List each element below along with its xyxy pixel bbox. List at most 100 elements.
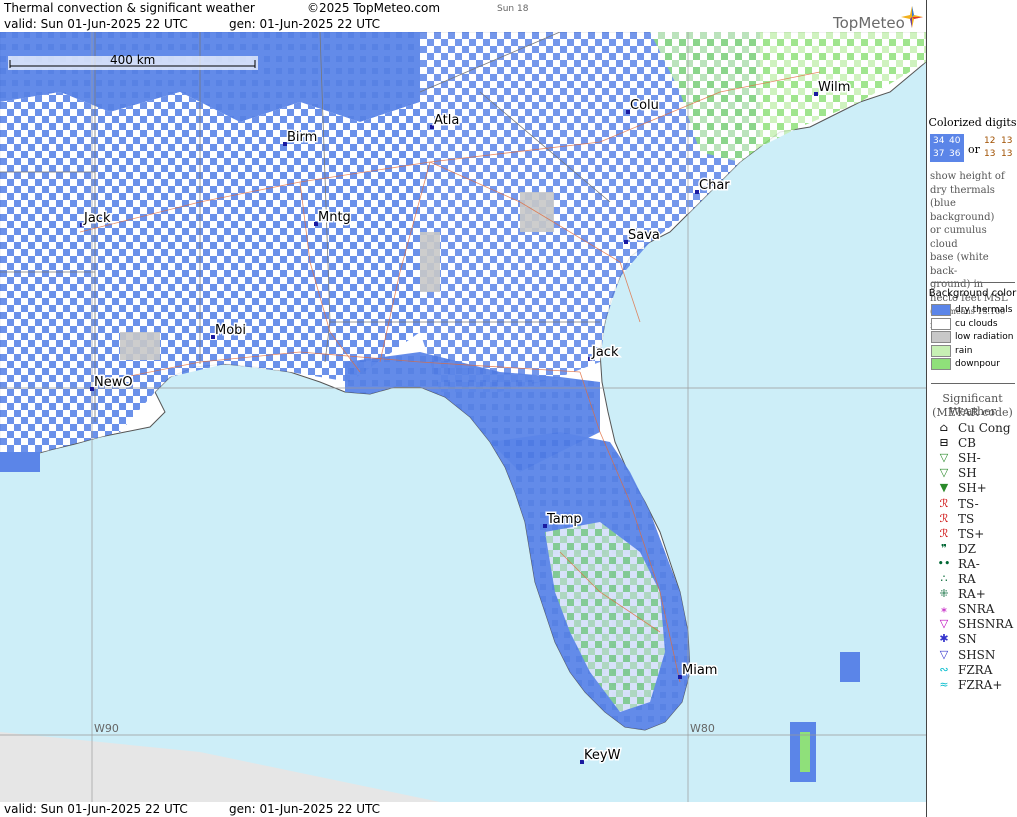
dry-thermals-patch	[840, 652, 860, 682]
legend-sigwx-label: FZRA	[958, 662, 993, 677]
city-label-atla: Atla	[434, 113, 459, 128]
legend-bg-label: dry thermals	[955, 305, 1013, 315]
legend-sigwx-item: ∴ RA	[935, 572, 1015, 586]
legend-sigwx-item: ▽ SHSN	[935, 648, 1015, 662]
legend-sigwx-item: •• RA-	[935, 557, 1015, 571]
legend-sigwx-item: ⁎ SNRA	[935, 602, 1015, 616]
footer-valid-time: valid: Sun 01-Jun-2025 22 UTC	[4, 802, 188, 816]
legend-bg-item: rain	[931, 344, 1015, 357]
legend-sigwx-label: SHSN	[958, 647, 996, 662]
legend-sigwx-item: ⁜ RA+	[935, 587, 1015, 601]
map-header: Thermal convection & significant weather…	[0, 0, 926, 32]
legend-divider	[931, 282, 1015, 283]
cb-icon: ⊟	[939, 436, 949, 450]
legend-sigwx-item: ⊟ CB	[935, 436, 1015, 450]
legend-sigwx-subtitle: (METAR code)	[932, 406, 1013, 419]
legend-sigwx-item: ℛ TS+	[935, 527, 1015, 541]
city-label-mobi: Mobi	[215, 323, 246, 338]
legend-sigwx-item: ∾ FZRA	[935, 663, 1015, 677]
legend-sigwx-item: ❞ DZ	[935, 542, 1015, 556]
cu-cong-icon: ⌂	[939, 421, 949, 434]
grid-label-w80: W80	[690, 722, 715, 735]
legend-sigwx-label: SH+	[958, 481, 987, 496]
city-label-wilm: Wilm	[818, 80, 850, 95]
thunder-light-icon: ℛ	[939, 496, 949, 510]
city-label-sava: Sava	[628, 228, 660, 243]
legend-bg-label: downpour	[955, 359, 1000, 369]
legend-sigwx-item: ▽ SH-	[935, 451, 1015, 465]
legend-sigwx-item: ℛ TS	[935, 512, 1015, 526]
legend-bg-swatch	[931, 304, 951, 316]
day-label: Sun 18	[497, 4, 529, 14]
legend-sigwx-item: ▽ SHSNRA	[935, 617, 1015, 631]
valid-time: valid: Sun 01-Jun-2025 22 UTC	[4, 17, 188, 31]
thunder-icon: ℛ	[939, 511, 949, 525]
city-label-keyw: KeyW	[584, 748, 621, 763]
city-label-birm: Birm	[287, 130, 317, 145]
legend-sample-white: 12 13 13 13	[984, 136, 1013, 159]
thunder-heavy-icon: ℛ	[939, 526, 949, 540]
rain-icon: ∴	[940, 572, 948, 585]
legend-sigwx-label: SN	[958, 632, 977, 647]
legend-background-title: Background color	[928, 288, 1017, 299]
dry-thermals-patch	[0, 452, 40, 472]
legend-bg-swatch	[931, 317, 951, 330]
legend-sigwx-label: TS-	[958, 496, 979, 511]
legend-sigwx-label: Cu Cong	[958, 421, 1011, 435]
city-label-miam: Miam	[682, 663, 717, 678]
legend-bg-swatch	[931, 344, 951, 357]
map-title: Thermal convection & significant weather	[4, 1, 255, 15]
legend-sigwx-label: TS	[958, 511, 975, 526]
legend-bg-item: low radiation	[931, 331, 1015, 343]
city-label-newo: NewO	[94, 375, 133, 390]
legend-sigwx-label: RA	[958, 572, 976, 586]
legend-sigwx-label: DZ	[958, 541, 976, 556]
generated-time: gen: 01-Jun-2025 22 UTC	[229, 17, 381, 31]
freezing-rain-icon: ∾	[939, 662, 949, 676]
legend-sigwx-item: ≈ FZRA+	[935, 678, 1015, 692]
city-label-colu: Colu	[630, 98, 659, 113]
topmeteo-logo: TopMeteo	[833, 14, 905, 32]
grid-label-w90: W90	[94, 722, 119, 735]
legend-sigwx-label: SH-	[958, 451, 981, 466]
city-label-jack: Jack	[591, 345, 619, 360]
freezing-rain-heavy-icon: ≈	[939, 677, 949, 691]
legend-bg-label: low radiation	[955, 332, 1014, 342]
low-radiation-patch	[420, 232, 440, 292]
city-label-char: Char	[699, 178, 730, 193]
copyright: ©2025 TopMeteo.com	[307, 1, 441, 15]
legend-sigwx-label: SH	[958, 466, 977, 481]
legend-divider	[931, 383, 1015, 384]
shower-icon: ▽	[939, 466, 949, 480]
city-label-tamp: Tamp	[546, 512, 582, 527]
snow-shower-icon: ▽	[939, 647, 949, 661]
shower-heavy-icon: ▼	[939, 481, 949, 495]
map-canvas: W90 W80 400 km Wilm Colu Atla Birm Char Jack M…	[0, 32, 926, 802]
logo-star-icon	[901, 6, 923, 28]
legend-colorized-title: Colorized digits	[928, 116, 1017, 129]
legend-sigwx-label: TS+	[958, 526, 985, 541]
legend-sigwx-label: SHSNRA	[958, 617, 1014, 632]
footer-generated-time: gen: 01-Jun-2025 22 UTC	[229, 802, 381, 816]
snow-icon: ✱	[939, 632, 949, 646]
legend-bg-item: cu clouds	[931, 317, 1015, 330]
city-label-jack: Jack	[83, 211, 111, 226]
legend-bg-label: cu clouds	[955, 318, 998, 329]
legend-sigwx-label: RA+	[958, 587, 986, 602]
legend-bg-swatch	[931, 331, 951, 343]
legend-sample-blue: 34 40 37 36	[930, 134, 964, 162]
legend-or: or	[968, 143, 980, 156]
shower-light-icon: ▽	[939, 451, 949, 465]
legend-bg-item: downpour	[931, 358, 1015, 370]
scale-label: 400 km	[110, 53, 155, 67]
drizzle-icon: ❞	[941, 541, 947, 555]
legend-sigwx-item: ✱ SN	[935, 632, 1015, 646]
weather-map[interactable]: W90 W80 400 km Wilm Colu Atla Birm Char Jack M…	[0, 32, 926, 802]
legend-bg-swatch	[931, 358, 951, 370]
legend-bg-label: rain	[955, 345, 973, 356]
legend-sigwx-item: ▼ SH+	[935, 481, 1015, 495]
legend-sigwx-label: RA-	[958, 556, 980, 571]
legend-panel: Colorized digits 34 40 37 36 or 12 13 13…	[926, 0, 1017, 817]
snow-rain-icon: ⁎	[941, 602, 947, 616]
legend-sigwx-label: SNRA	[958, 602, 995, 617]
